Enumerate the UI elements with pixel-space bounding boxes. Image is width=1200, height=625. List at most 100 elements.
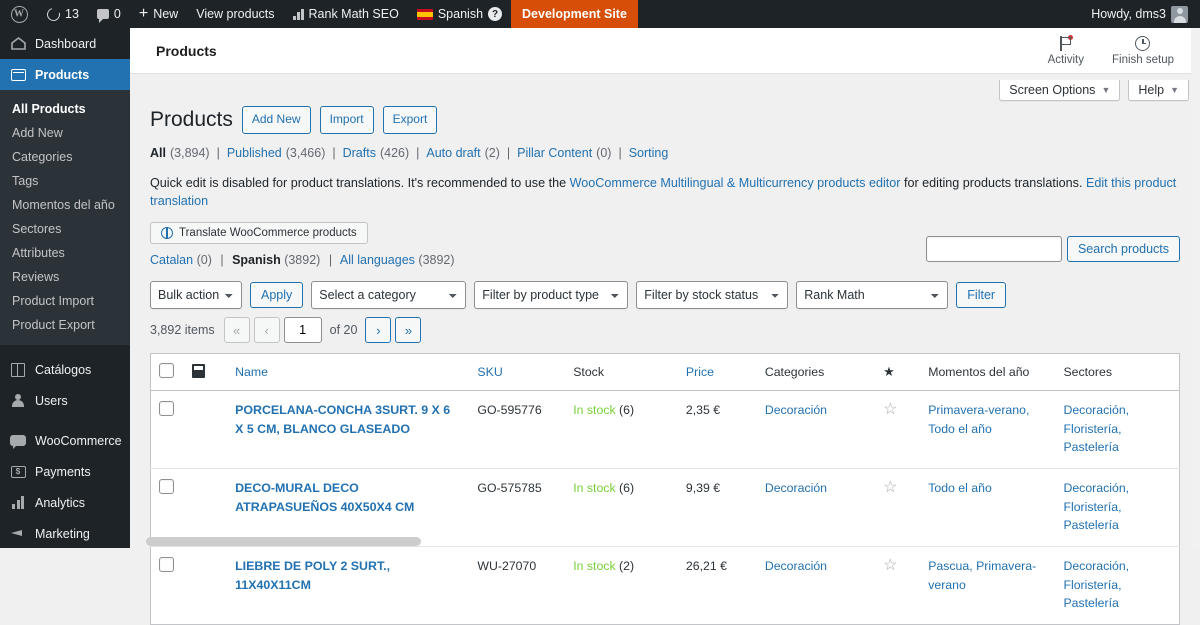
sidebar-item-dashboard[interactable]: Dashboard: [0, 28, 130, 59]
filter-button[interactable]: Filter: [956, 282, 1006, 308]
row-momentos-cell: Primavera-verano, Todo el año: [920, 391, 1055, 469]
wcml-editor-link[interactable]: WooCommerce Multilingual & Multicurrency…: [570, 176, 901, 190]
lang-link-all-languages[interactable]: All languages: [340, 253, 415, 267]
row-checkbox-cell[interactable]: [151, 469, 185, 547]
submenu-item-momentos-del-ano[interactable]: Momentos del año: [0, 193, 130, 217]
row-checkbox[interactable]: [159, 401, 174, 416]
row-checkbox[interactable]: [159, 479, 174, 494]
sectores-link[interactable]: Decoración, Floristería, Pastelería: [1063, 403, 1129, 454]
rank-math-seo-menu-item[interactable]: Rank Math SEO: [284, 0, 408, 28]
translate-woocommerce-products-button[interactable]: Translate WooCommerce products: [150, 222, 368, 244]
search-products-button[interactable]: Search products: [1067, 236, 1180, 262]
row-checkbox[interactable]: [159, 557, 174, 572]
lang-link-spanish[interactable]: Spanish: [232, 253, 281, 267]
product-name-link[interactable]: LIEBRE DE POLY 2 SURT., 11X40X11CM: [235, 559, 390, 592]
category-filter-select[interactable]: Select a category: [311, 281, 466, 309]
lang-link-catalan[interactable]: Catalan: [150, 253, 193, 267]
view-link-drafts[interactable]: Drafts: [343, 146, 376, 160]
row-momentos-cell: Pascua, Primavera-verano: [920, 547, 1055, 625]
comments-menu-item[interactable]: 0: [88, 0, 130, 28]
help-button[interactable]: Help ▼: [1128, 80, 1189, 101]
submenu-item-categories[interactable]: Categories: [0, 145, 130, 169]
sidebar-item-payments[interactable]: $ Payments: [0, 456, 130, 487]
category-link[interactable]: Decoración: [765, 481, 827, 495]
category-link[interactable]: Decoración: [765, 403, 827, 417]
star-outline-icon[interactable]: ☆: [883, 557, 897, 574]
apply-button[interactable]: Apply: [250, 282, 303, 308]
sidebar-item-users[interactable]: Users: [0, 385, 130, 416]
row-featured-cell[interactable]: ☆: [875, 469, 920, 547]
submenu-item-attributes[interactable]: Attributes: [0, 241, 130, 265]
rank-math-filter-select[interactable]: Rank Math: [796, 281, 948, 309]
sidebar-item-label: WooCommerce: [35, 434, 122, 448]
current-page-input[interactable]: [284, 317, 322, 343]
momentos-link[interactable]: Todo el año: [928, 481, 992, 495]
momentos-link[interactable]: Primavera-verano, Todo el año: [928, 403, 1029, 435]
sku-header[interactable]: SKU: [469, 354, 565, 391]
sidebar-item-woocommerce[interactable]: WooCommerce: [0, 425, 130, 456]
momentos-link[interactable]: Pascua, Primavera-verano: [928, 559, 1036, 591]
price-header[interactable]: Price: [678, 354, 757, 391]
question-mark-icon[interactable]: ?: [488, 7, 502, 21]
import-button[interactable]: Import: [320, 106, 374, 134]
my-account-menu-item[interactable]: Howdy, dms3: [1082, 0, 1200, 28]
table-row: DECO-MURAL DECO ATRAPASUEÑOS 40X50X4 CM …: [151, 469, 1180, 547]
row-checkbox-cell[interactable]: [151, 547, 185, 625]
row-checkbox-cell[interactable]: [151, 391, 185, 469]
add-new-button[interactable]: Add New: [242, 106, 311, 134]
updates-menu-item[interactable]: 13: [38, 0, 88, 28]
new-content-menu-item[interactable]: + New: [130, 0, 187, 28]
price-header-link[interactable]: Price: [686, 365, 714, 379]
pagination: 3,892 items « ‹ of 20 › »: [150, 317, 1180, 343]
view-link-all[interactable]: All: [150, 146, 166, 160]
first-page-button[interactable]: «: [224, 317, 250, 343]
sku-header-link[interactable]: SKU: [477, 365, 502, 379]
activity-button[interactable]: Activity: [1048, 36, 1084, 66]
horizontal-scrollbar[interactable]: [146, 537, 421, 546]
star-outline-icon[interactable]: ☆: [883, 479, 897, 496]
submenu-item-add-new[interactable]: Add New: [0, 121, 130, 145]
star-outline-icon[interactable]: ☆: [883, 401, 897, 418]
submenu-item-sectores[interactable]: Sectores: [0, 217, 130, 241]
sectores-link[interactable]: Decoración, Floristería, Pastelería: [1063, 481, 1129, 532]
view-link-sorting[interactable]: Sorting: [629, 146, 669, 160]
next-page-button[interactable]: ›: [365, 317, 391, 343]
submenu-item-product-export[interactable]: Product Export: [0, 313, 130, 337]
stock-status-filter-select[interactable]: Filter by stock status: [636, 281, 788, 309]
product-name-link[interactable]: PORCELANA-CONCHA 3SURT. 9 X 6 X 5 CM, BL…: [235, 403, 450, 436]
sectores-link[interactable]: Decoración, Floristería, Pastelería: [1063, 559, 1129, 610]
view-link-auto-draft[interactable]: Auto draft: [426, 146, 480, 160]
sidebar-item-products[interactable]: Products: [0, 59, 130, 90]
product-name-link[interactable]: DECO-MURAL DECO ATRAPASUEÑOS 40X50X4 CM: [235, 481, 414, 514]
view-link-published[interactable]: Published: [227, 146, 282, 160]
select-all-checkbox[interactable]: [159, 363, 174, 378]
name-header[interactable]: Name: [227, 354, 469, 391]
sidebar-item-analytics[interactable]: Analytics: [0, 487, 130, 518]
submenu-item-product-import[interactable]: Product Import: [0, 289, 130, 313]
sidebar-item-catalogos[interactable]: Catálogos: [0, 354, 130, 385]
product-type-filter-select[interactable]: Filter by product type: [474, 281, 628, 309]
view-link-pillar-content[interactable]: Pillar Content: [517, 146, 592, 160]
bulk-actions-select[interactable]: Bulk actions: [150, 281, 242, 309]
view-products-menu-item[interactable]: View products: [187, 0, 283, 28]
category-link[interactable]: Decoración: [765, 559, 827, 573]
submenu-item-tags[interactable]: Tags: [0, 169, 130, 193]
row-featured-cell[interactable]: ☆: [875, 547, 920, 625]
page-title: Products: [156, 43, 217, 59]
export-button[interactable]: Export: [383, 106, 438, 134]
row-featured-cell[interactable]: ☆: [875, 391, 920, 469]
submenu-item-reviews[interactable]: Reviews: [0, 265, 130, 289]
wordpress-logo-button[interactable]: [0, 6, 38, 23]
screen-options-button[interactable]: Screen Options ▼: [999, 80, 1120, 101]
language-menu-item[interactable]: Spanish ?: [408, 0, 511, 28]
submenu-item-all-products[interactable]: All Products: [0, 97, 130, 121]
finish-setup-button[interactable]: Finish setup: [1112, 36, 1174, 66]
prev-page-button[interactable]: ‹: [254, 317, 280, 343]
last-page-button[interactable]: »: [395, 317, 421, 343]
search-input[interactable]: [926, 236, 1062, 262]
sidebar-item-marketing[interactable]: Marketing: [0, 518, 130, 548]
select-all-header[interactable]: [151, 354, 185, 391]
vertical-scrollbar[interactable]: [1191, 28, 1200, 548]
name-header-link[interactable]: Name: [235, 365, 268, 379]
clock-progress-icon: [1135, 36, 1150, 51]
